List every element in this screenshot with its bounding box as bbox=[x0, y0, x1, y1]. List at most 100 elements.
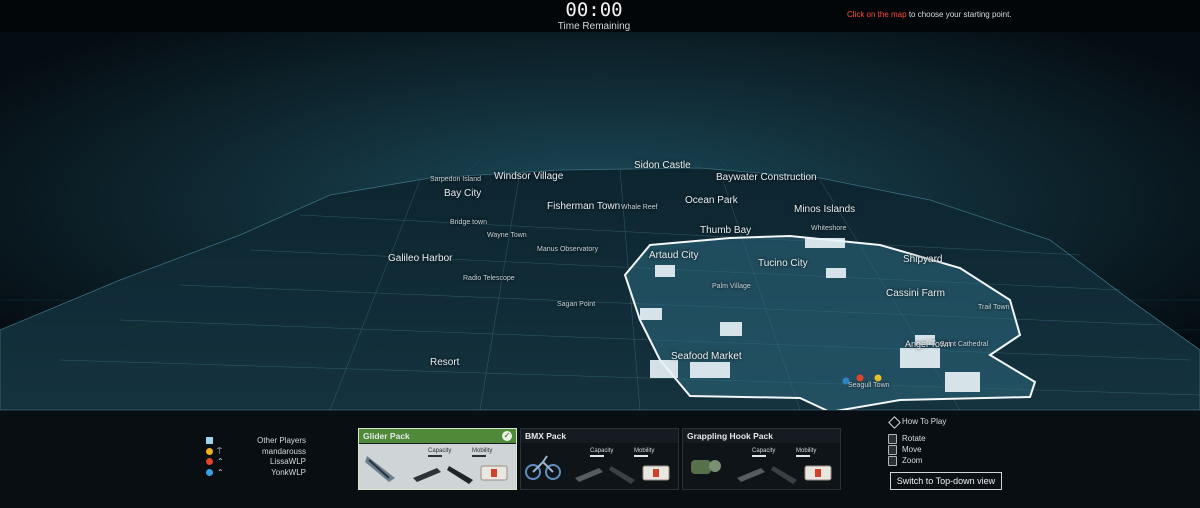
bmx-bike-icon bbox=[525, 455, 561, 480]
map-label: Artaud City bbox=[649, 250, 699, 261]
rifle-icon bbox=[447, 466, 473, 484]
mobility-label: Mobility bbox=[796, 448, 817, 454]
knife-icon bbox=[737, 468, 765, 482]
pack-items: Capacity Mobility bbox=[521, 444, 678, 489]
glider-icon: ⌃ bbox=[217, 467, 224, 477]
map-label-small: Manus Observatory bbox=[537, 246, 599, 253]
knife-icon bbox=[413, 468, 441, 482]
map-label: Fisherman Town bbox=[547, 201, 621, 212]
capacity-label: Capacity bbox=[752, 448, 776, 454]
map-label-small: Sarpedon Island bbox=[430, 176, 481, 183]
zoom-hint: Zoom bbox=[888, 455, 946, 466]
pack-item-icons bbox=[575, 465, 670, 484]
map-label: Sidon Castle bbox=[634, 160, 691, 171]
map-label: Resort bbox=[430, 357, 460, 368]
mobility-label: Mobility bbox=[634, 448, 655, 454]
grappling-hook-icon bbox=[691, 460, 721, 474]
map-label-small: Seagull Town bbox=[848, 382, 890, 389]
map-label-small: Bridge town bbox=[450, 219, 487, 226]
pack-title: Grappling Hook Pack bbox=[683, 429, 840, 443]
rotate-hint: Rotate bbox=[888, 433, 946, 444]
glider-icon: ⍑ bbox=[217, 446, 222, 456]
capacity-stat: Capacity bbox=[590, 448, 613, 457]
countdown-timer: 00:00 Time Remaining bbox=[540, 0, 648, 32]
how-to-play-label: How To Play bbox=[902, 417, 947, 426]
player-color-icon bbox=[206, 458, 213, 465]
diamond-icon bbox=[888, 416, 901, 429]
move-label: Move bbox=[902, 445, 922, 454]
mobility-stat: Mobility bbox=[796, 448, 816, 457]
pack-title: BMX Pack bbox=[521, 429, 678, 443]
player-row: ⌃ YonkWLP bbox=[200, 468, 310, 479]
mouse-right-icon bbox=[888, 445, 897, 455]
knife-icon bbox=[575, 468, 603, 482]
map-label: Seafood Market bbox=[671, 351, 742, 362]
player-name: mandarouss bbox=[261, 446, 306, 456]
players-header-row: Other Players bbox=[200, 436, 310, 447]
pack-card-grappling-hook[interactable]: Grappling Hook Pack Capacity Mobility bbox=[682, 428, 841, 490]
mobility-bar bbox=[472, 455, 487, 457]
map-label-small: Saint Cathedral bbox=[940, 341, 989, 348]
pack-items: Capacity Mobility bbox=[683, 444, 840, 489]
capacity-bar bbox=[752, 455, 766, 457]
rotate-label: Rotate bbox=[902, 434, 926, 443]
player-row: ⌃ LissaWLP bbox=[200, 457, 310, 468]
map-label: Bay City bbox=[444, 188, 482, 199]
players-header: Other Players bbox=[257, 436, 306, 445]
mobility-label: Mobility bbox=[472, 448, 493, 454]
how-to-play-link[interactable]: How To Play bbox=[888, 416, 947, 429]
map-label-small: Palm Village bbox=[712, 283, 751, 290]
timer-value: 00:00 bbox=[565, 0, 623, 21]
rifle-icon bbox=[609, 466, 635, 484]
hint-accent: Click on the map bbox=[847, 10, 907, 19]
capacity-bar bbox=[590, 455, 604, 457]
zoom-label: Zoom bbox=[902, 456, 923, 465]
map-label: Tucino City bbox=[758, 258, 808, 269]
mobility-bar bbox=[634, 455, 649, 457]
capacity-label: Capacity bbox=[590, 448, 614, 454]
mobility-stat: Mobility bbox=[472, 448, 492, 457]
map-label-small: Trail Town bbox=[978, 304, 1010, 311]
pack-item-icons bbox=[737, 465, 832, 484]
map-label: Ocean Park bbox=[685, 195, 738, 206]
instruction-hint: Click on the map to choose your starting… bbox=[847, 10, 1012, 19]
capacity-stat: Capacity bbox=[752, 448, 775, 457]
map-label-small: Sagan Point bbox=[557, 301, 596, 308]
pack-card-glider[interactable]: Glider Pack ✓ Capacity Mobility bbox=[358, 428, 517, 490]
switch-view-button[interactable]: Switch to Top-down view bbox=[890, 472, 1002, 490]
mobility-stat: Mobility bbox=[634, 448, 654, 457]
map-label-small: Whiteshore bbox=[811, 225, 847, 232]
pack-items: Capacity Mobility bbox=[359, 444, 516, 489]
mouse-wheel-icon bbox=[888, 456, 897, 466]
glider-icon: ⌃ bbox=[217, 457, 224, 466]
player-pin bbox=[856, 374, 864, 382]
selected-check-icon: ✓ bbox=[502, 431, 512, 441]
player-row: ⍑ mandarouss bbox=[200, 447, 310, 458]
controls-help: How To Play Rotate Move Zoom bbox=[888, 416, 946, 466]
player-name: YonkWLP bbox=[271, 467, 306, 477]
player-name: LissaWLP bbox=[269, 457, 306, 466]
map-label: Windsor Village bbox=[494, 171, 564, 182]
pack-title: Glider Pack bbox=[359, 429, 516, 443]
map-label: Baywater Construction bbox=[716, 172, 817, 183]
capacity-label: Capacity bbox=[428, 448, 452, 454]
map-label: Shipyard bbox=[903, 254, 943, 265]
map-label: Thumb Bay bbox=[700, 225, 752, 236]
players-list: Other Players ⍑ mandarouss ⌃ LissaWLP ⌃ … bbox=[200, 436, 310, 478]
player-color-icon bbox=[206, 468, 213, 476]
capacity-stat: Capacity bbox=[428, 448, 451, 457]
capacity-bar bbox=[428, 455, 442, 457]
mobility-bar bbox=[796, 455, 811, 457]
player-color-icon bbox=[206, 447, 213, 455]
top-bar: 00:00 Time Remaining Click on the map to… bbox=[0, 0, 1200, 32]
pack-item-icons bbox=[413, 465, 508, 484]
mouse-left-icon bbox=[888, 434, 897, 444]
map-label-small: Wayne Town bbox=[487, 232, 527, 239]
glider-item-icon bbox=[365, 456, 395, 482]
player-pin bbox=[874, 374, 882, 382]
map-label: Cassini Farm bbox=[886, 288, 945, 299]
pack-card-bmx[interactable]: BMX Pack Capacity Mobility bbox=[520, 428, 679, 490]
map-label-small: Whale Reef bbox=[621, 204, 658, 211]
map-label: Galileo Harbor bbox=[388, 253, 453, 264]
move-hint: Move bbox=[888, 444, 946, 455]
